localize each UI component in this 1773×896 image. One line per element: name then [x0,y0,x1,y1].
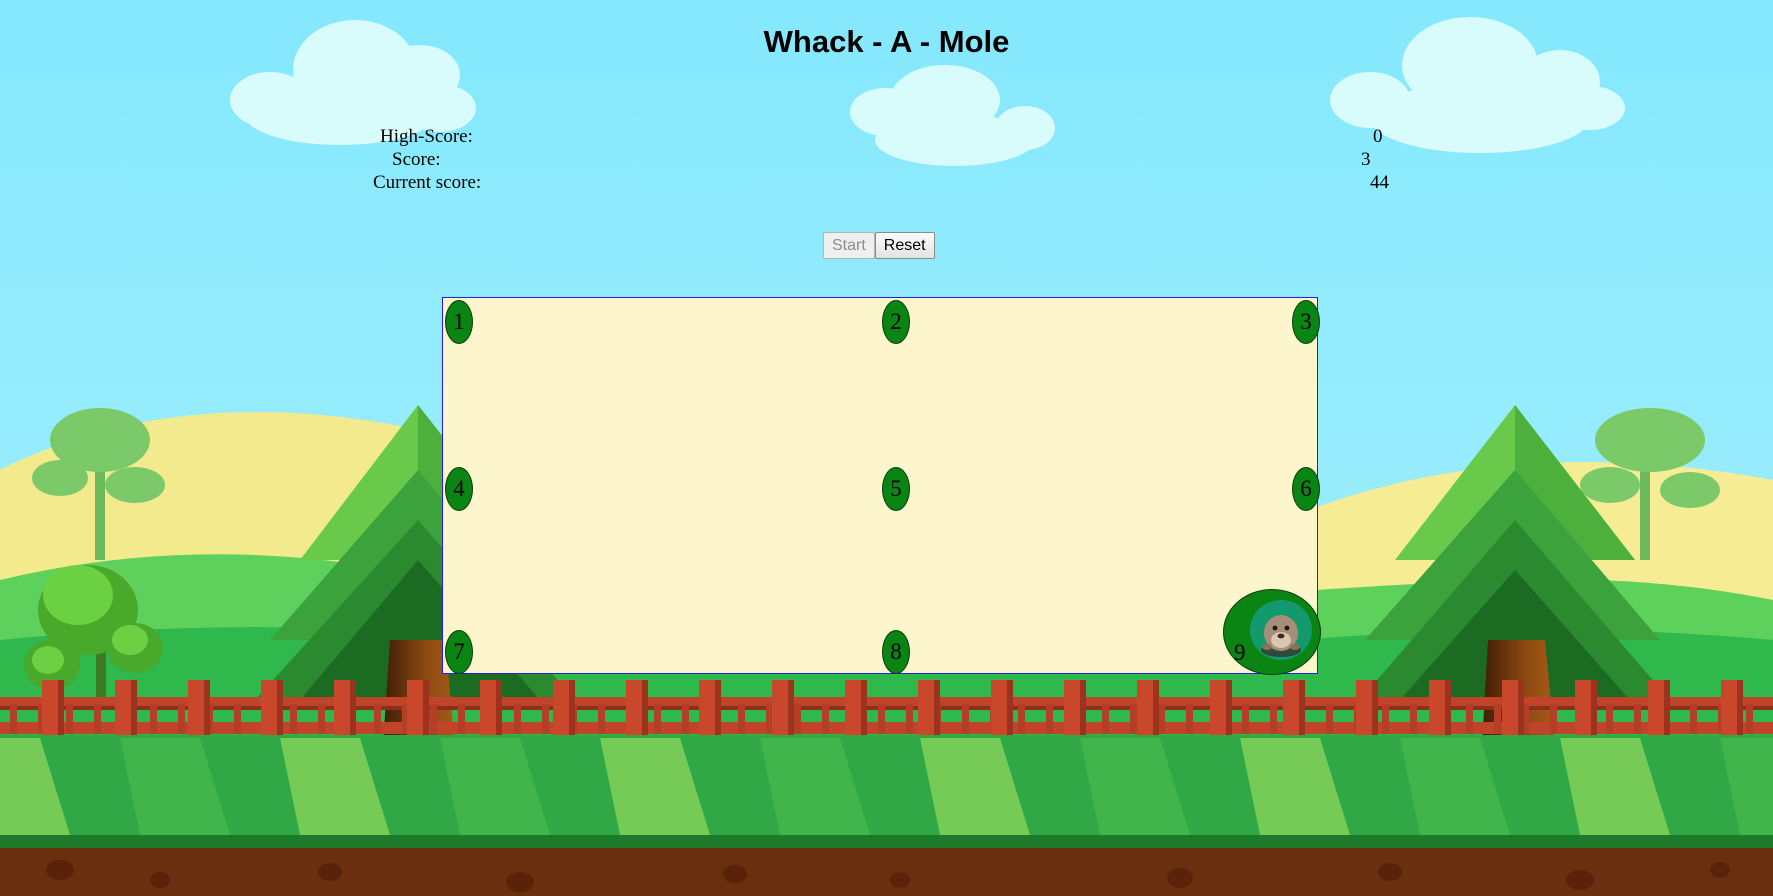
score-value: 3 [1361,149,1371,170]
mole[interactable] [1250,600,1312,660]
hole-2[interactable]: 2 [882,300,910,344]
start-button[interactable]: Start [823,232,875,259]
hole-6[interactable]: 6 [1292,467,1320,511]
game-controls: Start Reset [823,232,935,259]
hole-9-label: 9 [1234,640,1246,665]
hole-8[interactable]: 8 [882,630,910,674]
reset-button[interactable]: Reset [874,232,935,259]
dirt-ground [0,848,1773,896]
hole-4[interactable]: 4 [445,467,473,511]
mole-icon [1261,615,1301,657]
game-title: Whack - A - Mole [763,24,1010,59]
hole-9[interactable]: 9 [1223,589,1321,675]
hole-7[interactable]: 7 [445,630,473,674]
hole-5[interactable]: 5 [882,467,910,511]
high-score-value: 0 [1373,126,1383,147]
game-board: 1 2 3 4 5 6 7 8 9 [442,297,1321,675]
high-score-label: High-Score: [380,126,473,147]
current-score-label: Current score: [373,172,482,193]
score-label: Score: [392,149,441,170]
current-score-value: 44 [1370,172,1389,193]
hole-1[interactable]: 1 [445,300,473,344]
hole-3[interactable]: 3 [1292,300,1320,344]
